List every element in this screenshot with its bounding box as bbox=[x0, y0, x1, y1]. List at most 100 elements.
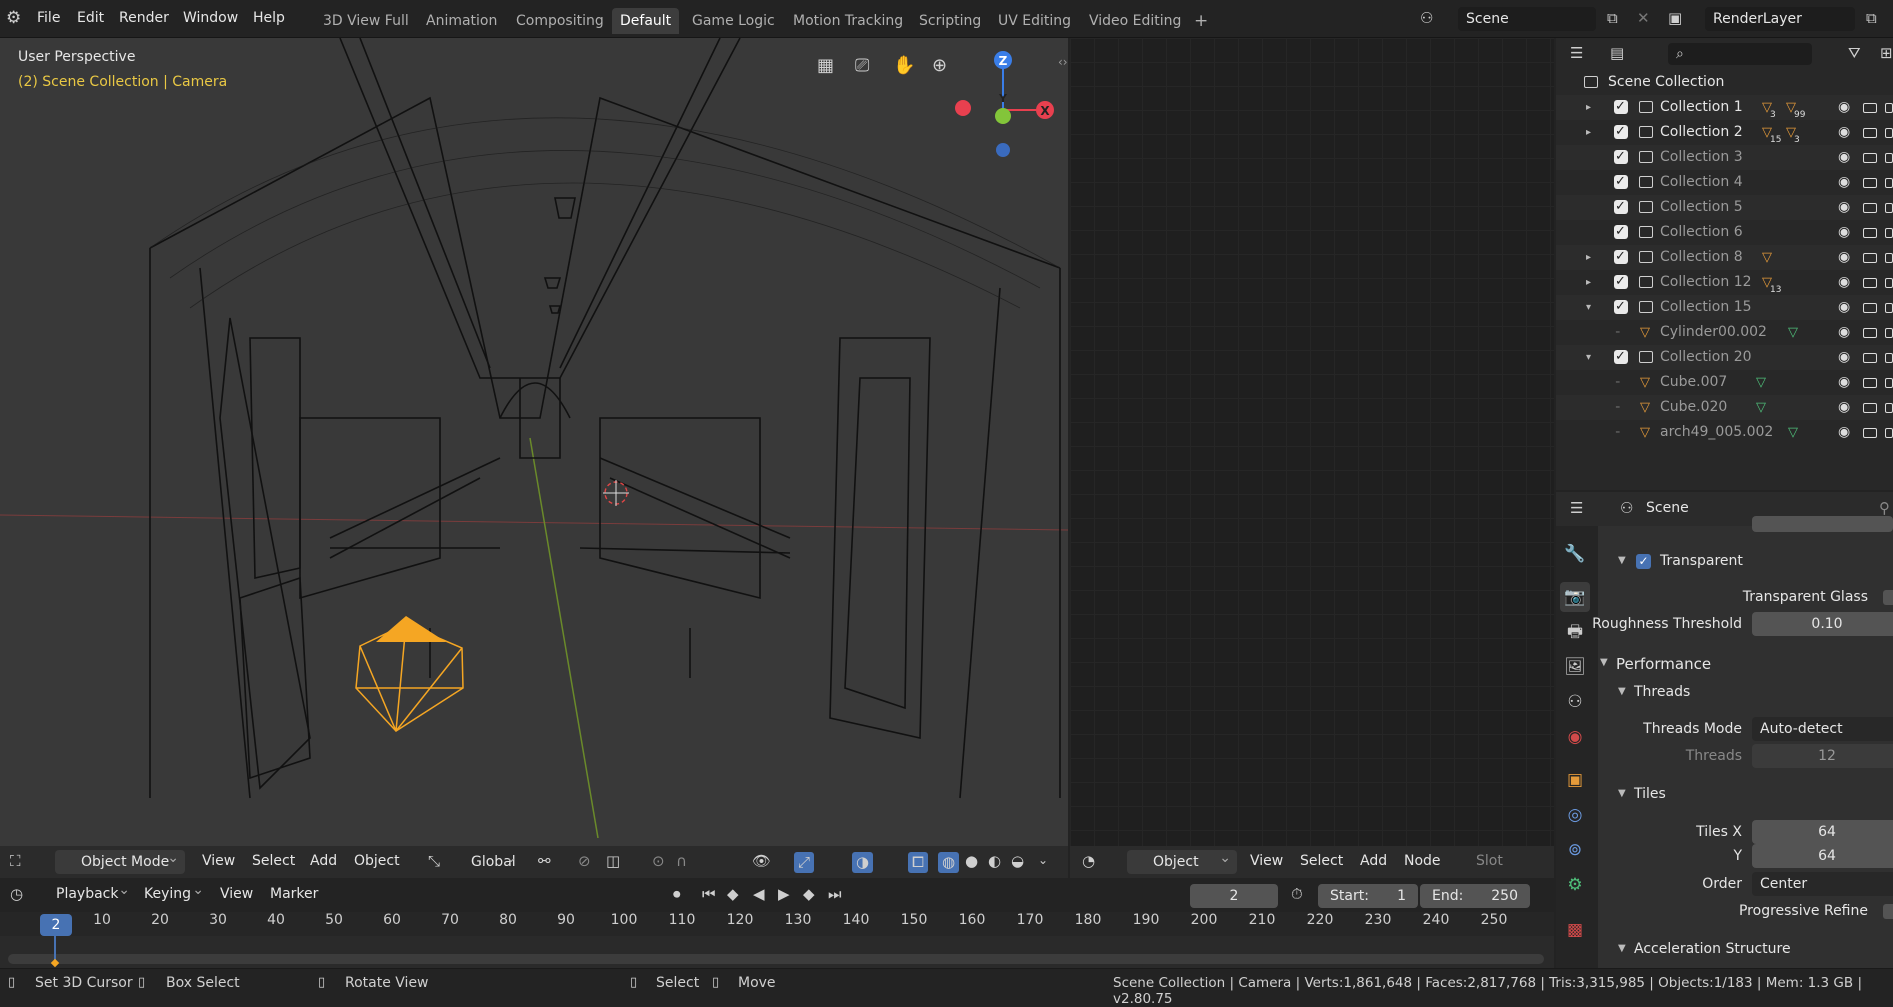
viewport-disable-icon[interactable] bbox=[1863, 103, 1877, 113]
outliner-object-row[interactable]: ╴ ▽ Cube.020 ▽ ◉ bbox=[1556, 395, 1893, 420]
render-disable-icon[interactable] bbox=[1885, 178, 1893, 188]
visibility-eye-icon[interactable]: ◉ bbox=[1838, 370, 1850, 395]
tab-motion-tracking[interactable]: Motion Tracking bbox=[785, 8, 911, 34]
delete-scene-icon[interactable]: ✕ bbox=[1637, 11, 1650, 26]
overlay-toggle-icon[interactable]: ◑ bbox=[852, 852, 874, 873]
start-frame-field[interactable]: Start: 1 bbox=[1318, 884, 1418, 908]
visibility-eye-icon[interactable]: ◉ bbox=[1838, 270, 1850, 295]
child-object-icon[interactable]: ▽3 bbox=[1786, 120, 1802, 147]
visibility-eye-icon[interactable]: ◉ bbox=[1838, 145, 1850, 170]
xray-toggle-icon[interactable]: ⧠ bbox=[908, 852, 929, 873]
zoom-icon[interactable]: ⊕ bbox=[932, 57, 947, 75]
outliner-collection-row[interactable]: ▾ Collection 20 ◉ bbox=[1556, 344, 1893, 370]
mesh-data-icon[interactable]: ▽ bbox=[1788, 420, 1798, 445]
viewport-disable-icon[interactable] bbox=[1863, 178, 1877, 188]
outliner-editor-type-icon[interactable]: ☰ bbox=[1570, 46, 1583, 61]
exclude-checkbox[interactable] bbox=[1614, 119, 1628, 144]
falloff-icon[interactable]: ∩ bbox=[676, 854, 687, 869]
render-disable-icon[interactable] bbox=[1885, 403, 1893, 413]
outliner-collection-row[interactable]: Collection 3 ◉ bbox=[1556, 144, 1893, 170]
timeline-menu-view[interactable]: View bbox=[220, 886, 253, 902]
node-menu-add[interactable]: Add bbox=[1360, 853, 1387, 869]
viewport-disable-icon[interactable] bbox=[1863, 403, 1877, 413]
tab-video-editing[interactable]: Video Editing bbox=[1081, 8, 1189, 34]
render-layer-icon[interactable]: ▣ bbox=[1668, 11, 1682, 26]
viewport-disable-icon[interactable] bbox=[1863, 328, 1877, 338]
mesh-data-icon[interactable]: ▽ bbox=[1756, 395, 1766, 420]
mesh-data-icon[interactable]: ▽ bbox=[1756, 370, 1766, 395]
visibility-eye-icon[interactable]: ◉ bbox=[1838, 295, 1850, 320]
render-disable-icon[interactable] bbox=[1885, 153, 1893, 163]
render-disable-icon[interactable] bbox=[1885, 228, 1893, 238]
visibility-eye-icon[interactable]: ◉ bbox=[1838, 320, 1850, 345]
outliner-display-mode-icon[interactable]: ▤ bbox=[1610, 46, 1624, 61]
exclude-checkbox[interactable] bbox=[1614, 219, 1628, 244]
threads-subpanel-toggle[interactable]: ▼ bbox=[1618, 686, 1626, 697]
roughness-threshold-field[interactable]: 0.10 bbox=[1752, 612, 1893, 636]
render-disable-icon[interactable] bbox=[1885, 353, 1893, 363]
viewport-disable-icon[interactable] bbox=[1863, 303, 1877, 313]
new-render-layer-icon[interactable]: ⧉ bbox=[1866, 11, 1877, 26]
tab-game-logic[interactable]: Game Logic bbox=[684, 8, 783, 34]
viewport-disable-icon[interactable] bbox=[1863, 378, 1877, 388]
shading-options-icon[interactable]: ⌄ bbox=[1038, 854, 1048, 866]
viewport-menu-view[interactable]: View bbox=[202, 853, 235, 869]
outliner-collection-row[interactable]: Collection 6 ◉ bbox=[1556, 219, 1893, 245]
physics-tab-icon[interactable]: ⊚ bbox=[1560, 835, 1590, 865]
render-layer-field[interactable]: RenderLayer bbox=[1705, 7, 1855, 31]
mesh-data-icon[interactable]: ▽ bbox=[1788, 320, 1798, 345]
world-tab-icon[interactable]: ◉ bbox=[1560, 722, 1590, 752]
camera-view-icon[interactable]: ⎚ bbox=[855, 57, 869, 75]
performance-panel-header[interactable]: Performance bbox=[1616, 655, 1711, 673]
menu-window[interactable]: Window bbox=[183, 10, 238, 26]
play-icon[interactable]: ▶ bbox=[778, 887, 790, 902]
order-dropdown[interactable]: Center bbox=[1752, 872, 1893, 896]
menu-render[interactable]: Render bbox=[119, 10, 169, 26]
viewport-disable-icon[interactable] bbox=[1863, 253, 1877, 263]
keying-dropdown[interactable]: Keying bbox=[136, 878, 210, 906]
tab-compositing[interactable]: Compositing bbox=[508, 8, 612, 34]
render-disable-icon[interactable] bbox=[1885, 428, 1893, 438]
exclude-checkbox[interactable] bbox=[1614, 144, 1628, 169]
scene-icon[interactable]: ⚇ bbox=[1420, 11, 1433, 26]
3d-viewport[interactable]: User Perspective (2) Scene Collection | … bbox=[0, 38, 1068, 876]
child-object-icon[interactable]: ▽ bbox=[1762, 245, 1772, 272]
visibility-eye-icon[interactable]: ◉ bbox=[1838, 95, 1850, 120]
outliner-collection-row[interactable]: ▸ Collection 8 ▽ ◉ bbox=[1556, 244, 1893, 272]
outliner-collection-row[interactable]: ▸ Collection 12 ▽13 ◉ bbox=[1556, 269, 1893, 295]
add-workspace-button[interactable]: + bbox=[1186, 8, 1216, 34]
viewport-disable-icon[interactable] bbox=[1863, 128, 1877, 138]
exclude-checkbox[interactable] bbox=[1614, 294, 1628, 319]
wireframe-shading-icon[interactable]: ◍ bbox=[938, 852, 960, 873]
viewport-disable-icon[interactable] bbox=[1863, 153, 1877, 163]
visibility-icon[interactable]: 👁 bbox=[752, 854, 771, 869]
render-disable-icon[interactable] bbox=[1885, 128, 1893, 138]
expand-toggle-icon[interactable]: ▸ bbox=[1586, 270, 1591, 295]
node-menu-view[interactable]: View bbox=[1250, 853, 1283, 869]
rendered-shading-icon[interactable]: ◒ bbox=[1011, 854, 1024, 869]
visibility-eye-icon[interactable]: ◉ bbox=[1838, 245, 1850, 270]
render-disable-icon[interactable] bbox=[1885, 278, 1893, 288]
tab-3d-view-full[interactable]: 3D View Full bbox=[315, 8, 417, 34]
visibility-eye-icon[interactable]: ◉ bbox=[1838, 395, 1850, 420]
blender-logo-icon[interactable]: ⚙ bbox=[6, 10, 21, 27]
render-tab-icon[interactable]: 📷 bbox=[1560, 582, 1590, 612]
editor-type-icon[interactable]: ⛶ bbox=[10, 854, 21, 869]
threads-mode-dropdown[interactable]: Auto-detect bbox=[1752, 717, 1893, 741]
texture-tab-icon[interactable]: ▩ bbox=[1560, 915, 1590, 945]
outliner-collection-row[interactable]: ▸ Collection 1 ▽3 ▽99 ◉ bbox=[1556, 94, 1893, 120]
viewport-disable-icon[interactable] bbox=[1863, 278, 1877, 288]
outliner-search-input[interactable] bbox=[1668, 43, 1812, 65]
playhead-frame-badge[interactable]: 2 bbox=[40, 914, 72, 936]
outliner-collection-row[interactable]: ▾ Collection 15 ◉ bbox=[1556, 294, 1893, 320]
timeline-menu-marker[interactable]: Marker bbox=[270, 886, 318, 902]
threads-subpanel-header[interactable]: Threads bbox=[1634, 684, 1690, 700]
render-disable-icon[interactable] bbox=[1885, 203, 1893, 213]
pan-hand-icon[interactable]: ✋ bbox=[893, 57, 915, 75]
prev-keyframe-icon[interactable]: ◆ bbox=[727, 887, 739, 902]
viewport-menu-select[interactable]: Select bbox=[252, 853, 295, 869]
viewport-disable-icon[interactable] bbox=[1863, 228, 1877, 238]
visibility-eye-icon[interactable]: ◉ bbox=[1838, 195, 1850, 220]
output-tab-icon[interactable]: 🖶 bbox=[1560, 617, 1590, 647]
tab-scripting[interactable]: Scripting bbox=[911, 8, 989, 34]
